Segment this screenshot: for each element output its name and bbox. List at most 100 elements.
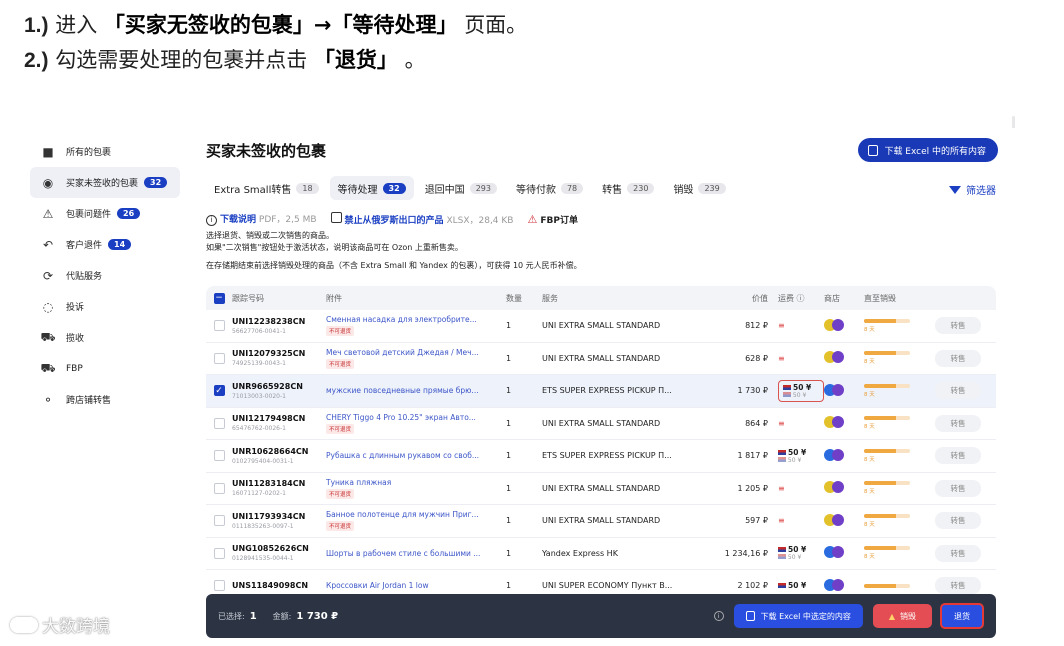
item-name-link[interactable]: Туника пляжная: [326, 478, 506, 487]
service-name: Yandex Express HK: [542, 548, 618, 558]
sidebar-item[interactable]: ⚬ 跨店铺转售: [30, 384, 180, 415]
sidebar-item[interactable]: ⛟ 揽收: [30, 322, 180, 353]
tracking-number[interactable]: UNG10852626CN: [232, 544, 326, 553]
resell-button[interactable]: 转售: [935, 512, 981, 530]
posting-number: 65476762-0026-1: [232, 425, 286, 433]
step-number: 2.): [24, 49, 49, 72]
tracking-number[interactable]: UNI11283184CN: [232, 479, 326, 488]
service-name: ETS SUPER EXPRESS PICKUP П...: [542, 386, 672, 396]
export-selected-button[interactable]: 下载 Excel 中选定的内容: [733, 604, 863, 628]
select-all-checkbox[interactable]: −: [213, 292, 225, 304]
sidebar-item[interactable]: ⟳ 代贴服务: [30, 260, 180, 291]
tab[interactable]: 等待处理 32: [329, 176, 414, 200]
resell-button[interactable]: 转售: [935, 479, 981, 497]
posting-number: 74925139-0043-1: [232, 360, 286, 368]
table-row[interactable]: UNI12238238CN 56627706-0041-1 Сменная наса…: [206, 310, 996, 343]
tab[interactable]: Extra Small转售 18: [206, 176, 327, 200]
table-row[interactable]: ✓ UNR9665928CN 71013003-0020-1 мужские повс…: [206, 375, 996, 408]
resell-button[interactable]: 转售: [935, 414, 981, 432]
resell-button[interactable]: 转售: [935, 317, 981, 335]
sidebar-item[interactable]: ◌ 投诉: [30, 291, 180, 322]
info-icon[interactable]: i: [713, 611, 724, 621]
tracking-number[interactable]: UNR10628664CN: [232, 447, 326, 456]
export-all-button[interactable]: 下载 Excel 中的所有内容: [858, 138, 998, 162]
store-icon: [824, 383, 844, 396]
tracking-number[interactable]: UNI12179498CN: [232, 414, 326, 423]
sidebar-item[interactable]: ⛟ FBP: [30, 353, 180, 384]
table-row[interactable]: UNI12179498CN 65476762-0026-1 CHERY Tiggo …: [206, 408, 996, 440]
tracking-number[interactable]: UNS11849098CN: [232, 581, 326, 590]
row-checkbox[interactable]: [213, 515, 225, 527]
sidebar-item[interactable]: ⚠ 包裹问题件 26: [30, 198, 180, 229]
sidebar-item[interactable]: ■ 所有的包裹: [30, 136, 180, 167]
sidebar-item[interactable]: ↶ 客户退件 14: [30, 229, 180, 260]
tracking-number[interactable]: UNI11793934CN: [232, 512, 326, 521]
row-checkbox[interactable]: [213, 320, 225, 332]
tab-count: 32: [382, 182, 406, 194]
item-name-link[interactable]: Кроссовки Air Jordan 1 low: [326, 581, 506, 590]
row-checkbox[interactable]: [213, 352, 225, 364]
banned-products-label: 禁止从俄罗斯出口的产品: [344, 216, 444, 226]
sidebar-item[interactable]: ◉ 买家未签收的包裹 32: [30, 167, 180, 198]
item-name-link[interactable]: Рубашка с длинным рукавом со своб...: [326, 451, 506, 460]
flag-icon: [778, 583, 786, 589]
table-row[interactable]: UNI12079325CN 74925139-0043-1 Меч световой…: [206, 343, 996, 375]
tab[interactable]: 退回中国 293: [417, 176, 505, 200]
table-row[interactable]: UNI11793934CN 0111835263-0097-1 Банное пол…: [206, 505, 996, 538]
sidebar-item-label: FBP: [66, 363, 83, 374]
table-row[interactable]: UNI11283184CN 16071127-0202-1 Туника пляжн…: [206, 473, 996, 505]
info-text-1: 选择退货、销毁或二次销售的商品。: [206, 231, 334, 240]
table-row[interactable]: UNG10852626CN 0128941535-0044-1 Шорты в ра…: [206, 538, 996, 570]
banned-products-link[interactable]: 禁止从俄罗斯出口的产品 XLSX，28,4 KB: [330, 212, 513, 226]
resell-button[interactable]: 转售: [935, 382, 981, 400]
item-name-link[interactable]: мужские повседневные прямые брю...: [326, 386, 506, 395]
instruction-line-1: 1.) 进入 「买家无签收的包裹」→「等待处理」 页面。: [24, 8, 527, 43]
filter-button[interactable]: 筛选器: [949, 182, 996, 197]
non-returnable-tag: 不可退货: [326, 423, 355, 434]
row-checkbox[interactable]: [213, 450, 225, 462]
tab-label: 销毁: [673, 184, 694, 196]
item-name-link[interactable]: Шорты в рабочем стиле с большими ...: [326, 549, 506, 558]
tab[interactable]: 转售 230: [594, 176, 662, 200]
col-item: 附件: [326, 293, 342, 303]
row-checkbox[interactable]: [213, 417, 225, 429]
tracking-number[interactable]: UNI12079325CN: [232, 349, 326, 358]
fbp-orders-link[interactable]: ⚠ FBP订单: [527, 213, 577, 226]
return-label: 退货: [954, 611, 970, 621]
resell-button[interactable]: 转售: [935, 447, 981, 465]
download-guide-link[interactable]: i 下载说明 PDF，2,5 MB: [206, 212, 317, 226]
tracking-number[interactable]: UNI12238238CN: [232, 317, 326, 326]
info-links: i 下载说明 PDF，2,5 MB 禁止从俄罗斯出口的产品 XLSX，28,4 K…: [206, 212, 1006, 226]
row-checkbox[interactable]: ✓: [213, 385, 225, 397]
chat-icon: ◌: [42, 299, 54, 314]
screenshot: ■ 所有的包裹 ◉ 买家未签收的包裹 32 ⚠ 包裹问题件 26 ↶ 客户退件 14 ⟳ 代贴服务 ◌ 投诉…: [30, 128, 1020, 640]
item-name-link[interactable]: Сменная насадка для электробрите...: [326, 315, 506, 324]
item-name-link[interactable]: Банное полотенце для мужчин Приг...: [326, 510, 506, 519]
info-text-3: 在存储期结束前选择销毁处理的商品（不含 Extra Small 和 Yandex…: [206, 261, 582, 270]
tab[interactable]: 等待付款 78: [508, 176, 591, 200]
row-checkbox[interactable]: [213, 482, 225, 494]
table-row[interactable]: UNR10628664CN 0102795404-0031-1 Рубашка с …: [206, 440, 996, 473]
item-name-link[interactable]: CHERY Tiggo 4 Pro 10.25" экран Авто...: [326, 413, 506, 422]
tab[interactable]: 销毁 239: [665, 176, 733, 200]
sheet-icon: [330, 212, 342, 223]
resell-button[interactable]: 转售: [935, 544, 981, 562]
row-checkbox[interactable]: [213, 547, 225, 559]
item-name-link[interactable]: Меч световой детский Джедая / Меч...: [326, 348, 506, 357]
price: 2 102 ₽: [737, 581, 768, 591]
shipping-value: 50 ¥: [788, 545, 807, 555]
destroy-button[interactable]: ▲ 销毁: [872, 604, 932, 628]
resell-button[interactable]: 转售: [935, 577, 981, 595]
store-icon: [824, 448, 844, 461]
warning-icon: ⚠: [527, 212, 538, 226]
resell-button[interactable]: 转售: [935, 349, 981, 367]
return-button[interactable]: 退货: [940, 603, 984, 629]
col-expiry: 直至销毁: [864, 293, 896, 303]
table-header: − 跟踪号码 附件 数量 服务 价值 运费 ⓘ 商店 直至销毁: [206, 286, 996, 310]
export-all-label: 下载 Excel 中的所有内容: [884, 146, 986, 157]
eye-off-icon: ◉: [42, 175, 54, 190]
row-checkbox[interactable]: [213, 580, 225, 592]
tracking-number[interactable]: UNR9665928CN: [232, 382, 326, 391]
expiry-progress: [864, 583, 910, 588]
expiry-days: 8 天: [864, 456, 875, 463]
